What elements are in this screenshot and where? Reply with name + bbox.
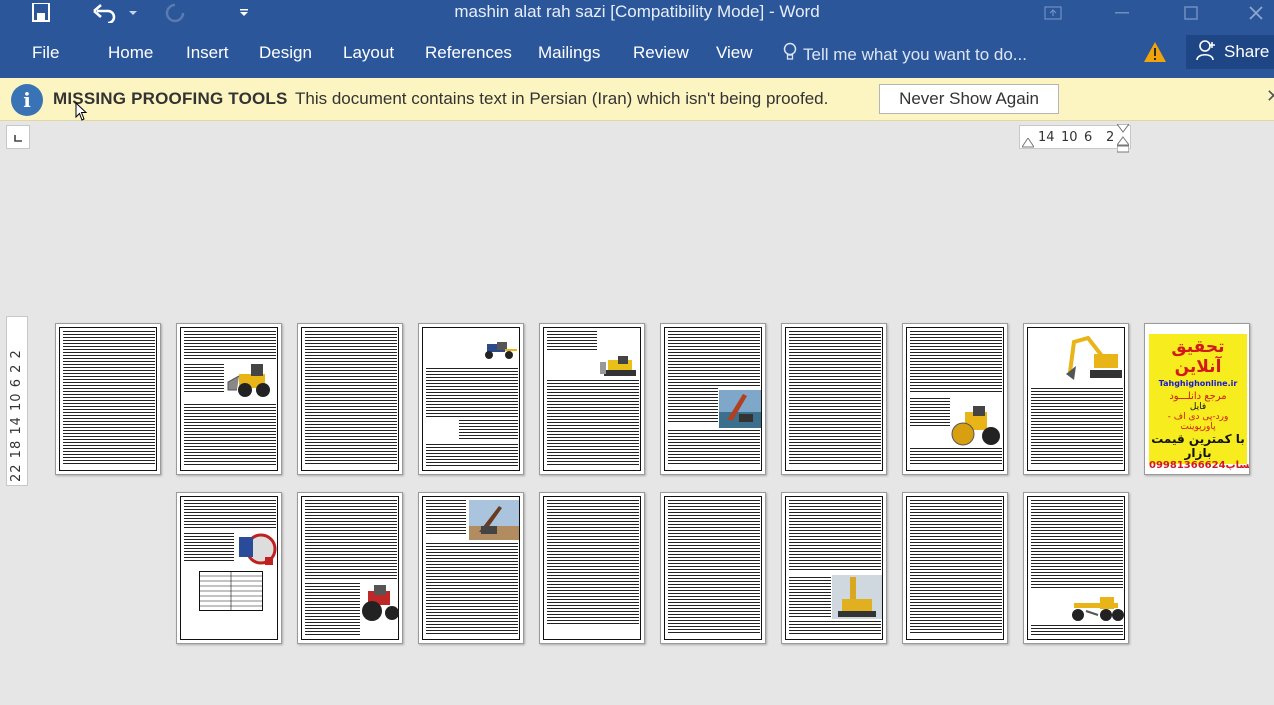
title-bar: mashin alat rah sazi [Compatibility Mode… [0, 0, 1274, 30]
ruler-tick-label: 2 [1106, 130, 1115, 145]
message-text: This document contains text in Persian (… [295, 89, 829, 108]
indent-marker-icon[interactable] [1117, 124, 1129, 154]
person-icon [1196, 39, 1216, 66]
compactor-image [951, 406, 1000, 446]
page-thumbnail[interactable] [660, 323, 766, 475]
window-title: mashin alat rah sazi [Compatibility Mode… [454, 2, 820, 21]
vertical-ruler-labels: 22 18 14 10 6 2 2 [9, 349, 24, 482]
share-label: Share [1224, 42, 1270, 61]
page-thumbnail[interactable] [176, 492, 282, 644]
tab-layout[interactable]: Layout [343, 43, 394, 63]
lightbulb-icon [783, 42, 797, 67]
ruler-tick-label: 6 [1084, 130, 1093, 145]
page-thumbnail[interactable] [418, 492, 524, 644]
ad-text: تحقیق آنلاین [1171, 337, 1225, 377]
page-thumbnail[interactable] [1023, 323, 1129, 475]
grader-image [485, 342, 517, 359]
page-thumbnail[interactable] [297, 492, 403, 644]
ruler-tick-label: 10 [1061, 130, 1078, 145]
page-thumbnail[interactable] [539, 323, 645, 475]
tab-review[interactable]: Review [633, 43, 689, 63]
ad-text: مرجع دانلـــود [1169, 391, 1227, 402]
advertisement-image: تحقیق آنلاین Tahghighonline.ir مرجع دانل… [1149, 334, 1249, 471]
tab-references[interactable]: References [425, 43, 512, 63]
page-thumbnail[interactable] [55, 323, 161, 475]
info-icon: i [11, 84, 43, 116]
close-message-icon[interactable]: ✕ [1266, 86, 1274, 107]
tab-file[interactable]: File [32, 43, 59, 63]
ribbon: File Home Insert Design Layout Reference… [0, 30, 1274, 78]
close-icon[interactable] [1238, 0, 1274, 26]
bulldozer-image [600, 356, 636, 376]
page-thumbnail[interactable] [539, 492, 645, 644]
maximize-icon[interactable] [1168, 0, 1214, 26]
tell-me-placeholder: Tell me what you want to do... [803, 44, 1027, 64]
horizontal-ruler[interactable]: 14 10 6 2 [1019, 124, 1131, 153]
mouse-cursor-icon [75, 102, 88, 121]
dragline-photo [469, 500, 519, 540]
page-thumbnail[interactable] [781, 323, 887, 475]
page-thumbnail[interactable] [660, 492, 766, 644]
tab-insert[interactable]: Insert [186, 43, 229, 63]
page-thumbnail[interactable] [902, 323, 1008, 475]
tab-stop-selector[interactable] [6, 125, 30, 149]
message-bar: i MISSING PROOFING TOOLS This document c… [0, 78, 1274, 121]
ribbon-display-options-icon[interactable] [1030, 0, 1076, 26]
ad-text: با کمترین قیمت بازار [1151, 432, 1245, 460]
tell-me-search[interactable]: Tell me what you want to do... [783, 42, 1027, 67]
motor-grader-image [1072, 597, 1124, 621]
page-thumbnail[interactable] [902, 492, 1008, 644]
crane-photo [719, 390, 761, 428]
excavator-image [1066, 336, 1122, 380]
minimize-icon[interactable] [1099, 0, 1145, 26]
ad-text: Tahghighonline.ir [1158, 379, 1238, 388]
page-thumbnail[interactable] [418, 323, 524, 475]
vertical-ruler[interactable]: 22 18 14 10 6 2 2 [6, 316, 28, 486]
specs-table [199, 571, 263, 611]
tab-design[interactable]: Design [259, 43, 312, 63]
loader-image [227, 364, 270, 397]
road-machine-image [239, 533, 277, 565]
ad-text: 09981366624واتساپ [1149, 460, 1250, 471]
ad-text: فایل [1189, 402, 1207, 412]
share-button[interactable]: Share [1186, 35, 1274, 69]
page-thumbnail[interactable] [781, 492, 887, 644]
tab-home[interactable]: Home [108, 43, 153, 63]
never-show-again-button[interactable]: Never Show Again [879, 84, 1059, 114]
ruler-tick-label: 14 [1038, 130, 1055, 145]
ad-text: ورد-پی دی اف - پاورپوینت [1167, 412, 1229, 432]
tab-view[interactable]: View [716, 43, 753, 63]
tab-mailings[interactable]: Mailings [538, 43, 600, 63]
page-thumbnail[interactable] [1023, 492, 1129, 644]
page-thumbnail[interactable] [297, 323, 403, 475]
drill-rig-photo [832, 575, 882, 619]
tractor-image [362, 585, 399, 621]
page-thumbnail[interactable] [176, 323, 282, 475]
warning-icon[interactable] [1143, 41, 1167, 67]
ad-page-thumbnail[interactable]: تحقیق آنلاین Tahghighonline.ir مرجع دانل… [1144, 323, 1250, 475]
